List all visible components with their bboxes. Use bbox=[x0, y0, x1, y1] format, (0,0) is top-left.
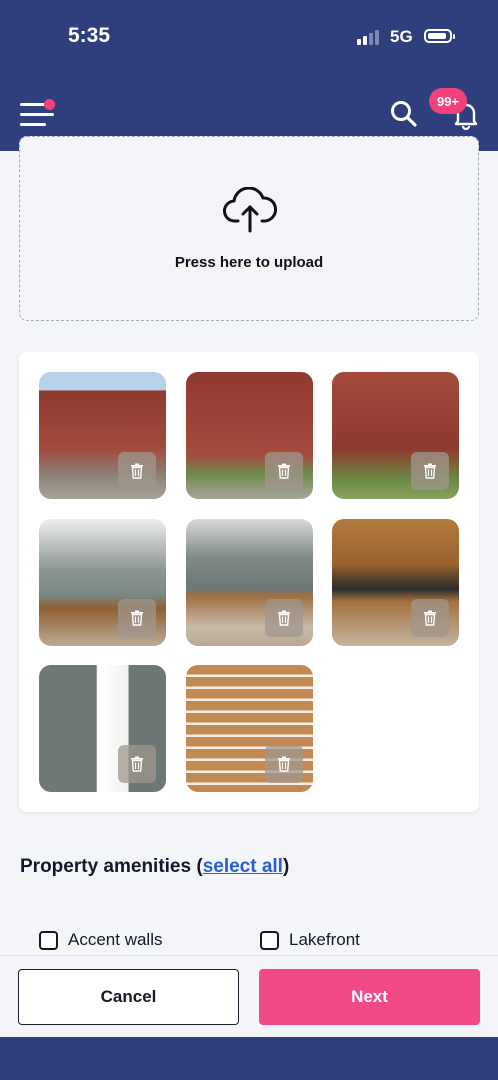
amenities-title: Property amenities bbox=[20, 856, 192, 877]
trash-icon[interactable] bbox=[265, 599, 303, 637]
app-header: 5:35 5G 99+ bbox=[0, 0, 498, 151]
trash-icon[interactable] bbox=[118, 599, 156, 637]
amenity-accent-walls[interactable]: Accent walls bbox=[39, 930, 162, 950]
cancel-button[interactable]: Cancel bbox=[18, 969, 239, 1025]
checkbox[interactable] bbox=[260, 930, 279, 950]
bottom-bar bbox=[0, 1037, 498, 1080]
amenities-heading: Property amenities (select all) bbox=[20, 856, 289, 878]
upload-label: Press here to upload bbox=[174, 254, 324, 271]
photo-door[interactable] bbox=[39, 665, 166, 792]
amenity-lakefront[interactable]: Lakefront bbox=[260, 930, 360, 950]
select-all-link[interactable]: select all bbox=[203, 856, 283, 877]
upload-area[interactable]: Press here to upload bbox=[19, 136, 479, 321]
photo-living-kitchen[interactable] bbox=[186, 519, 313, 646]
photo-exterior-entrance[interactable] bbox=[186, 372, 313, 499]
trash-icon[interactable] bbox=[265, 452, 303, 490]
photo-kitchen-1[interactable] bbox=[39, 519, 166, 646]
search-icon[interactable] bbox=[388, 98, 420, 130]
checkbox[interactable] bbox=[39, 930, 58, 950]
paren-close: ) bbox=[282, 856, 290, 877]
status-time: 5:35 bbox=[68, 24, 111, 47]
photo-gallery bbox=[19, 352, 479, 812]
trash-icon[interactable] bbox=[265, 745, 303, 783]
photo-exterior-side[interactable] bbox=[332, 372, 459, 499]
notification-badge: 99+ bbox=[429, 88, 467, 114]
amenity-label: Lakefront bbox=[289, 930, 360, 949]
photo-stairs[interactable] bbox=[186, 665, 313, 792]
trash-icon[interactable] bbox=[118, 452, 156, 490]
action-footer: Cancel Next bbox=[0, 955, 498, 1038]
photo-kitchen-2[interactable] bbox=[332, 519, 459, 646]
amenity-label: Accent walls bbox=[68, 930, 163, 949]
signal-icon bbox=[357, 29, 383, 45]
menu-button[interactable] bbox=[20, 99, 56, 130]
cloud-upload-icon bbox=[223, 187, 277, 233]
network-type: 5G bbox=[390, 27, 413, 46]
trash-icon[interactable] bbox=[118, 745, 156, 783]
next-button[interactable]: Next bbox=[259, 969, 480, 1025]
battery-icon bbox=[424, 29, 455, 43]
trash-icon[interactable] bbox=[411, 452, 449, 490]
trash-icon[interactable] bbox=[411, 599, 449, 637]
photo-exterior-1[interactable] bbox=[39, 372, 166, 499]
menu-notification-dot bbox=[44, 99, 55, 110]
